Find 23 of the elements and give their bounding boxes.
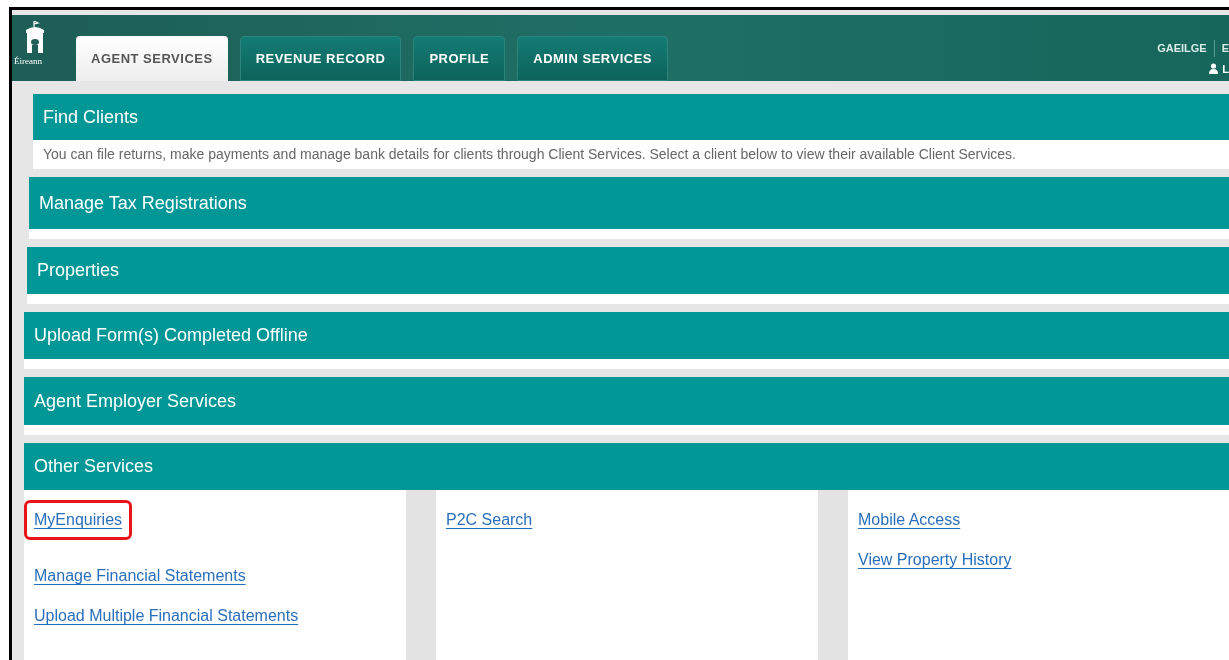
nav-tab[interactable]: PROFILE [413, 36, 506, 81]
panel-header[interactable]: Other Services [24, 443, 1229, 490]
user-name[interactable]: L [1222, 60, 1229, 77]
user-icon [1209, 63, 1219, 75]
panel-header[interactable]: Manage Tax Registrations [29, 177, 1229, 229]
building-logo-icon [24, 21, 46, 55]
language-link[interactable]: E [1213, 40, 1229, 57]
service-link[interactable]: MyEnquiries [34, 508, 123, 532]
panel-header[interactable]: Agent Employer Services [24, 377, 1229, 425]
panel-description: You can file returns, make payments and manage bank details for clients through Client Services. Select a client below to view their available Client Services. [33, 140, 1229, 169]
service-link[interactable]: P2C Search [446, 508, 533, 532]
panel-header[interactable]: Find Clients [33, 94, 1229, 140]
language-link[interactable]: GAEILGE [1157, 40, 1207, 57]
service-link[interactable]: Upload Multiple Financial Statements [34, 604, 299, 628]
service-link[interactable]: View Property History [858, 548, 1012, 572]
service-link[interactable]: Mobile Access [858, 508, 961, 532]
nav-tab[interactable]: REVENUE RECORD [239, 36, 402, 81]
panel-header[interactable]: Properties [27, 247, 1229, 294]
service-link[interactable]: Manage Financial Statements [34, 564, 246, 588]
nav-tab[interactable]: ADMIN SERVICES [517, 36, 668, 81]
panel-header[interactable]: Upload Form(s) Completed Offline [24, 312, 1229, 359]
logo-text: Éireann [14, 55, 42, 68]
nav-tab[interactable]: AGENT SERVICES [76, 36, 228, 81]
